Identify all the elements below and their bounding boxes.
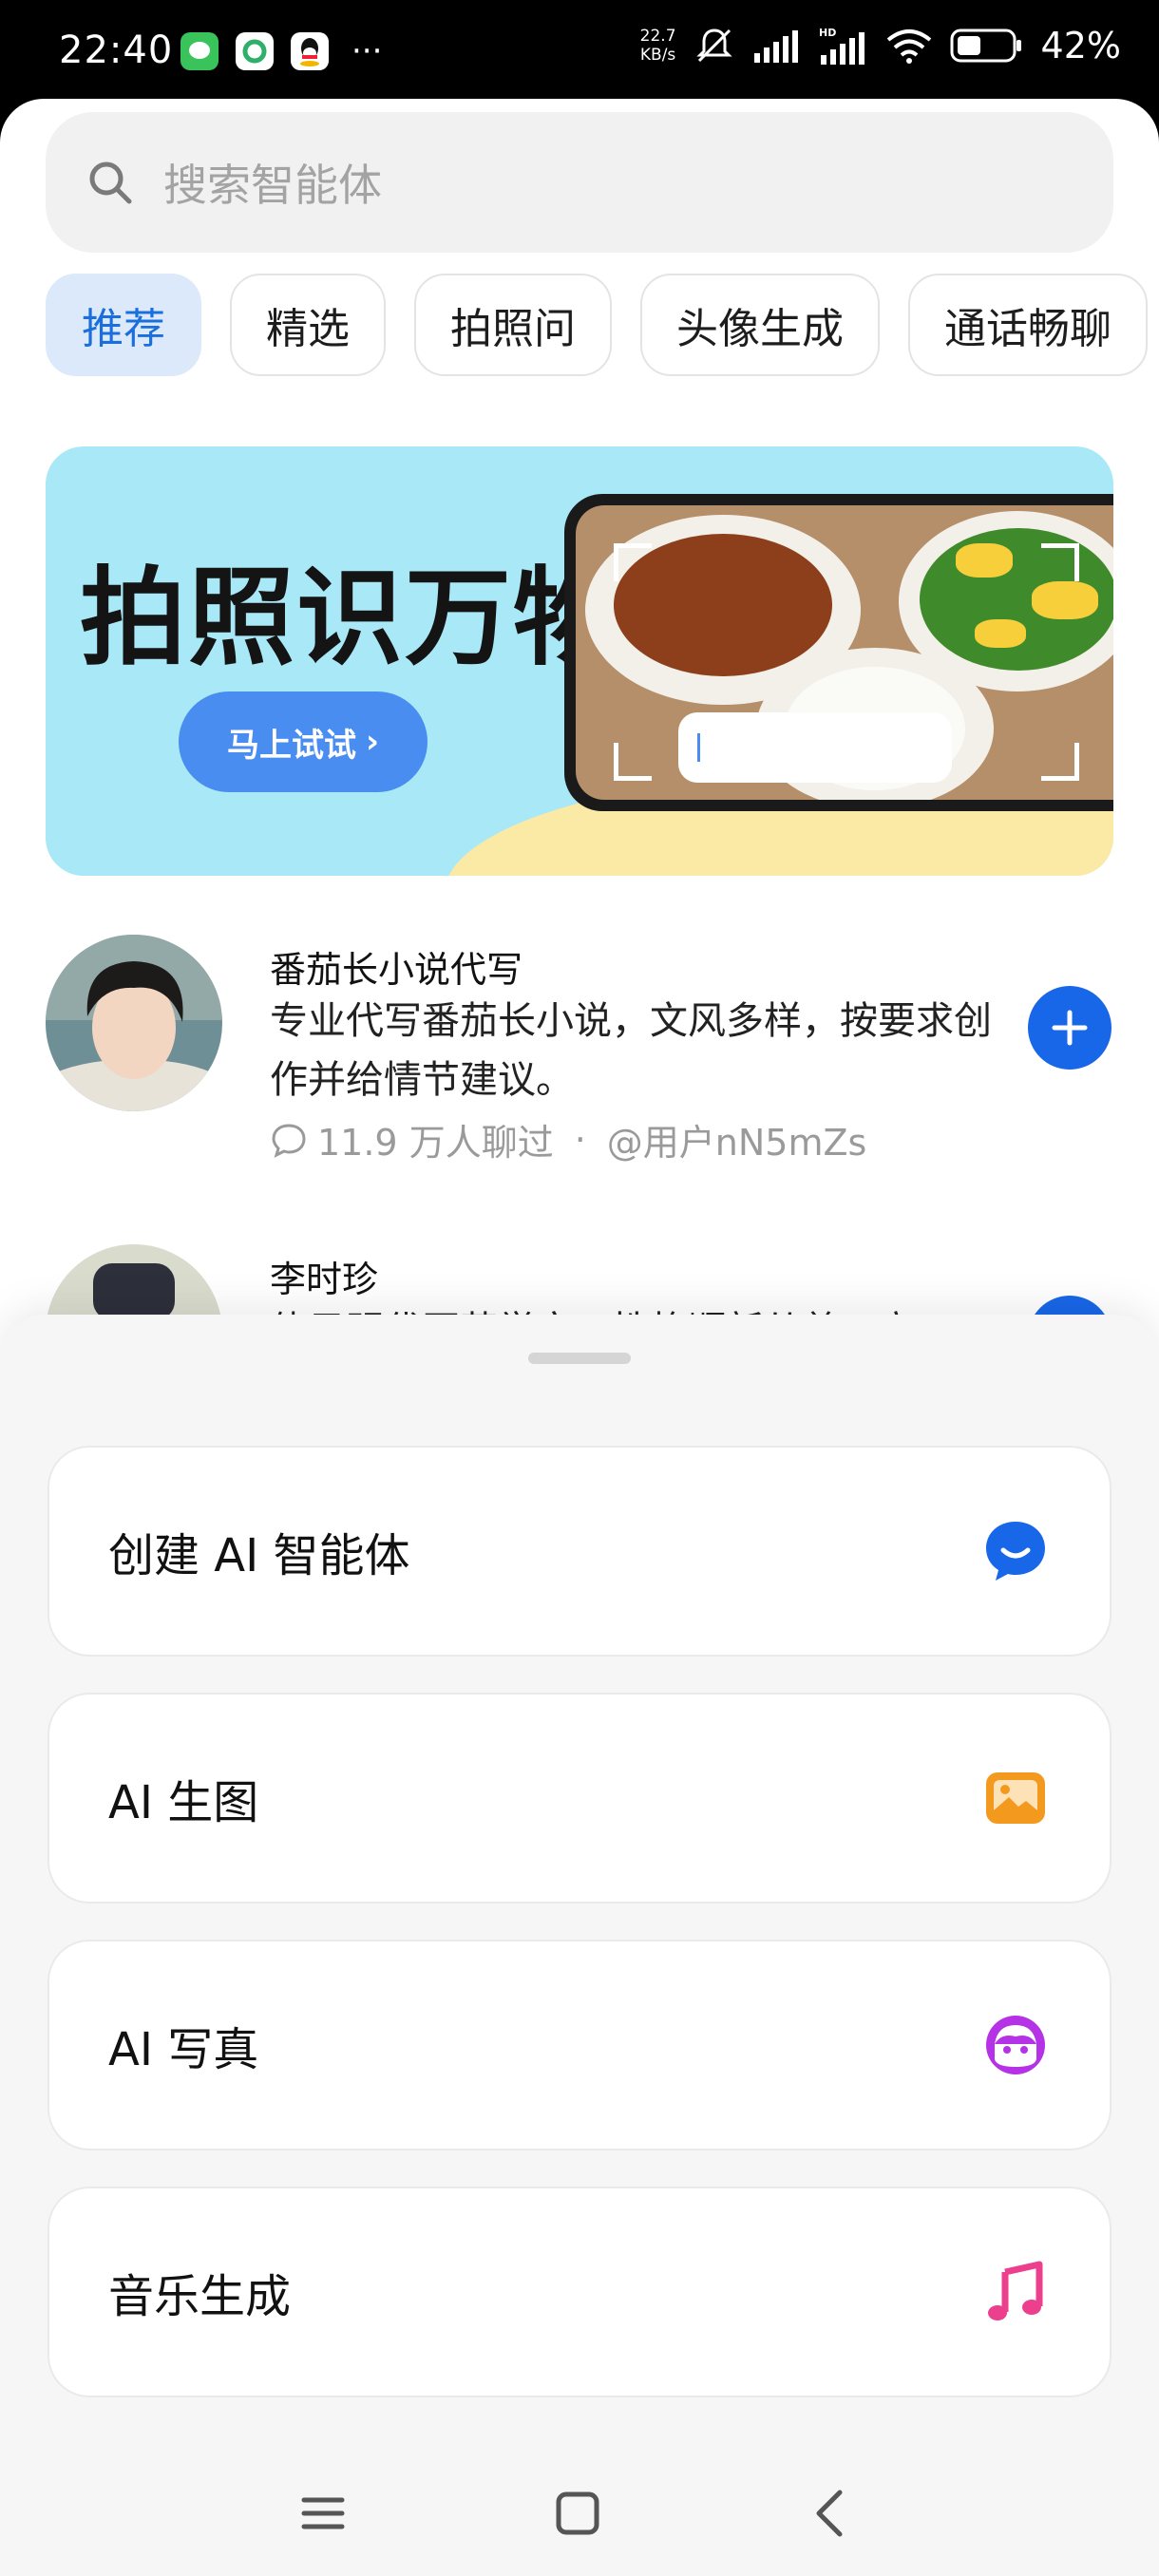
banner-title: 拍照识万物 bbox=[80, 557, 621, 680]
option-label: AI 写真 bbox=[108, 2023, 259, 2076]
system-nav-bar bbox=[0, 2451, 1159, 2576]
status-bar: 22:40 ··· 22.7 KB/s HD 42% bbox=[0, 0, 1159, 104]
network-speed: 22.7 KB/s bbox=[640, 27, 676, 65]
ai-portrait-option[interactable]: AI 写真 bbox=[48, 1940, 1112, 2150]
sheet-drag-handle[interactable] bbox=[528, 1353, 631, 1364]
meta-separator: · bbox=[574, 1118, 586, 1161]
banner-try-button[interactable]: 马上试试 › bbox=[179, 691, 428, 792]
avatar bbox=[46, 935, 222, 1111]
search-icon bbox=[89, 161, 132, 204]
food-photo bbox=[576, 505, 1113, 800]
agent-author: @用户nN5mZs bbox=[606, 1122, 867, 1164]
add-agent-button[interactable] bbox=[1028, 986, 1112, 1070]
svg-text:HD: HD bbox=[819, 27, 836, 39]
list-item[interactable]: 番茄长小说代写 专业代写番茄长小说，文风多样，按要求创作并给情节建议。 11.9… bbox=[46, 935, 1113, 1164]
banner-phone-illustration bbox=[564, 494, 1113, 811]
ai-image-option[interactable]: AI 生图 bbox=[48, 1693, 1112, 1904]
music-generation-option[interactable]: 音乐生成 bbox=[48, 2187, 1112, 2397]
scan-input-pill bbox=[678, 712, 952, 783]
status-time: 22:40 bbox=[59, 28, 174, 72]
tab-avatar-generation[interactable]: 头像生成 bbox=[640, 274, 880, 376]
search-bar[interactable]: 搜索智能体 bbox=[46, 112, 1113, 253]
wechat-icon bbox=[180, 32, 218, 70]
agent-meta: 11.9 万人聊过 · @用户nN5mZs bbox=[270, 1113, 866, 1165]
network-speed-value: 22.7 bbox=[639, 27, 676, 46]
green-app-icon bbox=[236, 32, 274, 70]
status-right: 22.7 KB/s HD 42% bbox=[640, 25, 1121, 66]
battery-percent: 42% bbox=[1040, 25, 1121, 66]
agent-name: 李时珍 bbox=[270, 1259, 379, 1300]
search-placeholder: 搜索智能体 bbox=[163, 160, 382, 211]
menu-icon[interactable] bbox=[294, 2485, 352, 2542]
option-label: 音乐生成 bbox=[108, 2270, 292, 2323]
promo-banner[interactable]: 拍照识万物 马上试试 › bbox=[46, 446, 1113, 876]
tab-voice-chat[interactable]: 通话畅聊 bbox=[908, 274, 1148, 376]
chat-bubble-icon bbox=[986, 1522, 1045, 1581]
agent-chat-count: 11.9 万人聊过 bbox=[317, 1122, 554, 1164]
create-agent-option[interactable]: 创建 AI 智能体 bbox=[48, 1446, 1112, 1657]
back-icon[interactable] bbox=[804, 2485, 861, 2542]
more-notifications: ··· bbox=[352, 32, 383, 70]
face-icon bbox=[986, 2016, 1045, 2074]
home-icon[interactable] bbox=[549, 2485, 606, 2542]
option-label: 创建 AI 智能体 bbox=[108, 1529, 410, 1582]
music-note-icon bbox=[988, 2261, 1043, 2320]
notification-icons: ··· bbox=[180, 32, 382, 70]
tab-photo-ask[interactable]: 拍照问 bbox=[414, 274, 612, 376]
battery-icon bbox=[950, 28, 1021, 63]
tab-featured[interactable]: 精选 bbox=[230, 274, 386, 376]
chat-count-icon bbox=[272, 1123, 306, 1158]
agent-name: 番茄长小说代写 bbox=[270, 949, 523, 991]
image-icon bbox=[986, 1772, 1045, 1824]
wifi-icon bbox=[886, 29, 931, 64]
qq-icon bbox=[291, 32, 329, 70]
banner-try-label: 马上试试 bbox=[226, 726, 356, 765]
plus-icon bbox=[1052, 1010, 1088, 1046]
mute-icon bbox=[695, 28, 732, 63]
tab-recommended[interactable]: 推荐 bbox=[46, 274, 201, 376]
create-options-sheet: 创建 AI 智能体 AI 生图 AI 写真 音乐生成 bbox=[0, 1315, 1159, 2576]
chevron-right-icon: › bbox=[365, 723, 379, 761]
signal-icon bbox=[753, 30, 798, 63]
category-tabs: 推荐 精选 拍照问 头像生成 通话畅聊 bbox=[46, 274, 1159, 380]
network-speed-unit: KB/s bbox=[639, 46, 676, 65]
option-label: AI 生图 bbox=[108, 1776, 259, 1829]
agent-description: 专业代写番茄长小说，文风多样，按要求创作并给情节建议。 bbox=[270, 999, 992, 1102]
hd-signal-icon: HD bbox=[819, 27, 864, 65]
